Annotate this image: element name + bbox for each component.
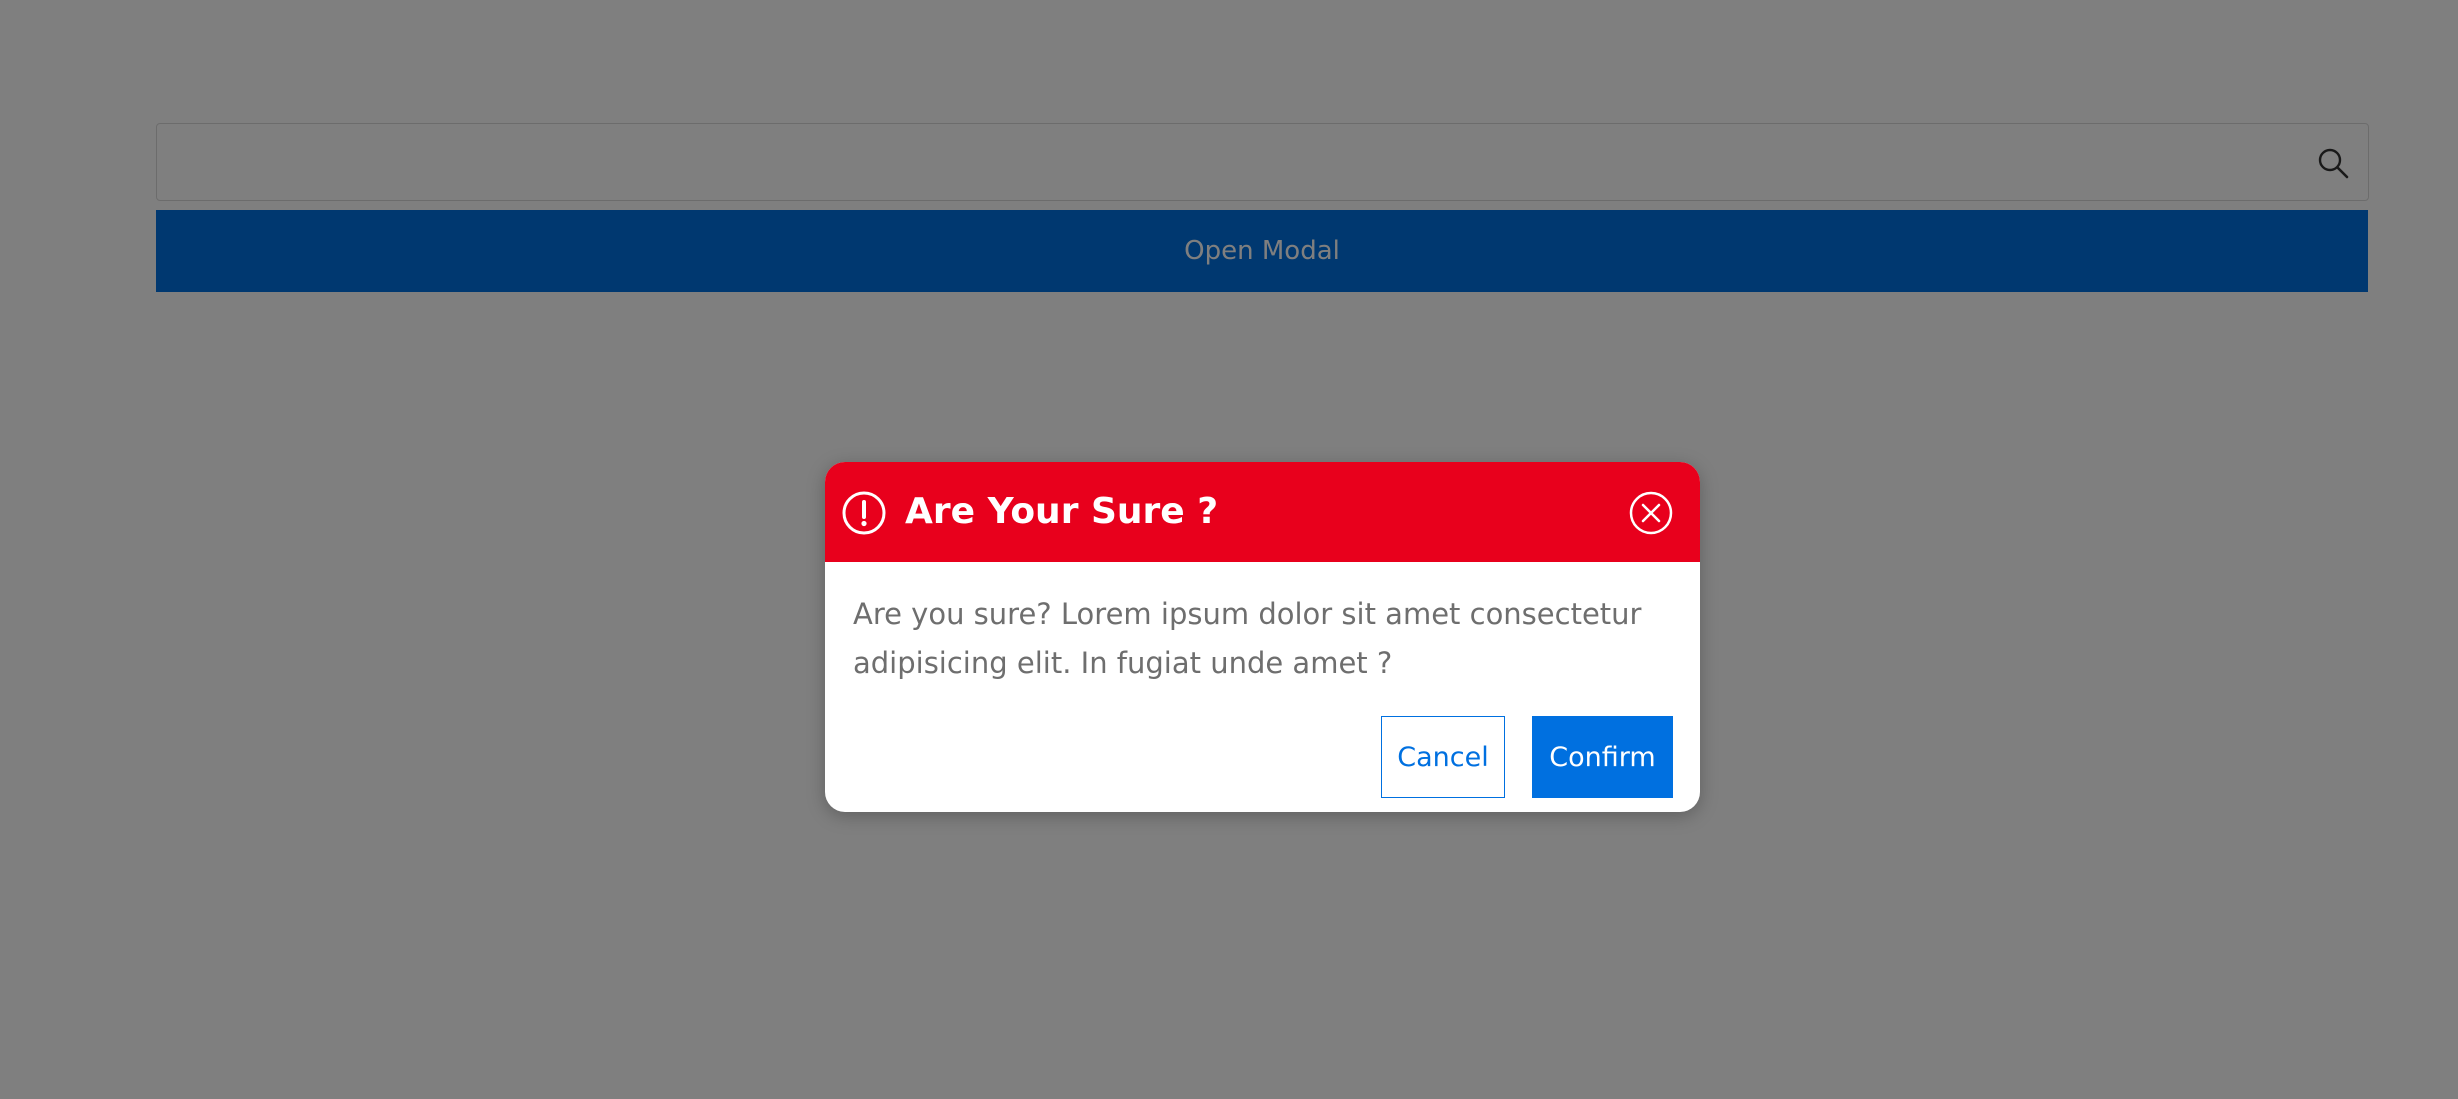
modal-title: Are Your Sure ? — [905, 491, 1219, 532]
close-circle-icon[interactable] — [1628, 490, 1674, 536]
confirm-button[interactable]: Confirm — [1532, 716, 1673, 798]
confirmation-modal: Are Your Sure ? Are you sure? Lorem ipsu… — [825, 462, 1700, 812]
modal-message: Are you sure? Lorem ipsum dolor sit amet… — [853, 597, 1642, 680]
cancel-button[interactable]: Cancel — [1381, 716, 1505, 798]
modal-header: Are Your Sure ? — [825, 462, 1700, 562]
alert-circle-icon — [842, 491, 886, 535]
